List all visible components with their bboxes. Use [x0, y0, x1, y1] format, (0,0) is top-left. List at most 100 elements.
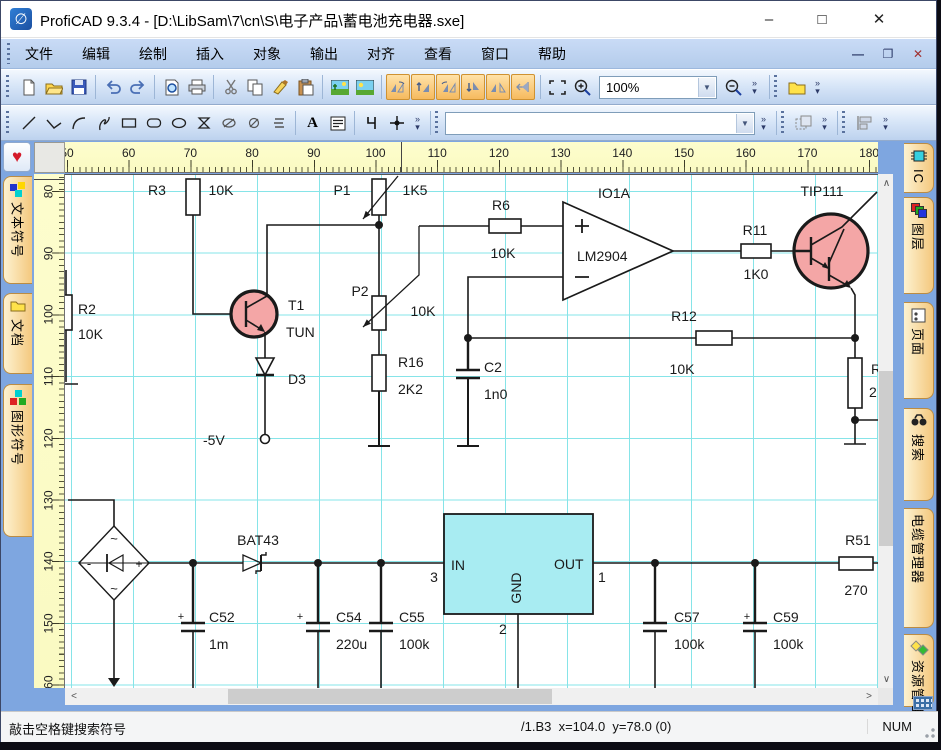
horizontal-scroll-thumb[interactable]	[228, 689, 552, 704]
ellipse-tool[interactable]	[166, 111, 191, 136]
rotate-left-button[interactable]	[386, 74, 410, 100]
symbol-search-combobox[interactable]: ▼	[445, 112, 755, 135]
favorites-button[interactable]: ♥	[3, 142, 31, 172]
component-label: C2	[484, 359, 502, 375]
component-label: R	[871, 361, 878, 377]
menu-edit[interactable]: 编辑	[74, 41, 118, 67]
new-button[interactable]	[16, 75, 41, 100]
crossed-circle-tool[interactable]	[241, 111, 266, 136]
zoom-level-combobox[interactable]: 100% ▼	[599, 76, 717, 99]
toolbar-grip[interactable]	[435, 111, 438, 135]
mirror-left-button[interactable]	[511, 74, 535, 100]
component-D3	[256, 358, 274, 444]
zoom-selection-button[interactable]	[545, 75, 570, 100]
toolbar-grip[interactable]	[7, 43, 10, 63]
component-label: R6	[492, 197, 510, 213]
ruler-number: 130	[551, 146, 571, 160]
toolbar-grip[interactable]	[842, 111, 845, 135]
zoom-out-button[interactable]	[721, 75, 746, 100]
group-button[interactable]	[791, 111, 816, 136]
mdi-minimize-button[interactable]: —	[848, 45, 868, 63]
format-painter-button[interactable]	[268, 75, 293, 100]
tab-search[interactable]: 搜索	[904, 408, 934, 501]
tab-documents[interactable]: 文档	[3, 293, 32, 374]
scroll-right-icon[interactable]: >	[862, 688, 876, 705]
symbols-library-button[interactable]	[784, 75, 809, 100]
crossed-ellipse-tool[interactable]	[216, 111, 241, 136]
resize-grip[interactable]	[923, 727, 936, 740]
mdi-restore-button[interactable]: ❐	[878, 45, 898, 63]
menu-view[interactable]: 查看	[416, 41, 460, 67]
menu-draw[interactable]: 绘制	[131, 41, 175, 67]
chevron-down-icon[interactable]: ▼	[736, 114, 753, 133]
menu-object[interactable]: 对象	[245, 41, 289, 67]
toolbar-grip[interactable]	[6, 111, 9, 135]
close-button[interactable]: ✕	[862, 5, 896, 33]
toolbar-grip[interactable]	[6, 75, 9, 99]
menu-insert[interactable]: 插入	[188, 41, 232, 67]
junction-tool[interactable]	[384, 111, 409, 136]
flip-vertical-button[interactable]	[411, 74, 435, 100]
arc-tool[interactable]	[66, 111, 91, 136]
toolbar-overflow-chevron[interactable]: »▾	[818, 110, 831, 136]
insert-picture-button[interactable]	[327, 75, 352, 100]
tab-ic[interactable]: IC	[904, 143, 934, 193]
save-button[interactable]	[66, 75, 91, 100]
ruler-number: 130	[42, 487, 55, 513]
minimize-button[interactable]: –	[752, 5, 786, 33]
tab-text-symbols[interactable]: 文本符号	[3, 176, 32, 284]
horizontal-scrollbar[interactable]: < >	[65, 688, 878, 705]
toolbar-overflow-chevron[interactable]: »▾	[879, 110, 892, 136]
vertical-scroll-thumb[interactable]	[879, 371, 894, 546]
menu-file[interactable]: 文件	[17, 41, 61, 67]
tab-layers[interactable]: 图层	[904, 197, 934, 294]
mdi-close-button[interactable]: ✕	[908, 45, 928, 63]
tab-pages[interactable]: 页面	[904, 302, 934, 399]
polyline-tool[interactable]	[41, 111, 66, 136]
title-bar[interactable]: ∅ ProfiCAD 9.3.4 - [D:\LibSam\7\cn\S\电子产…	[1, 1, 936, 38]
component-label: 2	[869, 384, 877, 400]
hourglass-tool[interactable]	[191, 111, 216, 136]
align-button[interactable]	[852, 111, 877, 136]
cut-button[interactable]	[218, 75, 243, 100]
text-tool[interactable]: A	[300, 111, 325, 136]
toolbar-overflow-chevron[interactable]: »▾	[811, 74, 824, 100]
rotate-right-button[interactable]	[436, 74, 460, 100]
grid-icon[interactable]	[913, 696, 933, 710]
toolbar-overflow-chevron[interactable]: »▾	[411, 110, 424, 136]
text-block-tool[interactable]	[325, 111, 350, 136]
ruler-number: 140	[42, 549, 55, 575]
rectangle-tool[interactable]	[116, 111, 141, 136]
toolbar-grip[interactable]	[781, 111, 784, 135]
maximize-button[interactable]: □	[805, 5, 839, 33]
menu-align[interactable]: 对齐	[359, 41, 403, 67]
menu-output[interactable]: 输出	[302, 41, 346, 67]
connection-tool[interactable]	[359, 111, 384, 136]
component-label: +	[135, 557, 142, 571]
menu-help[interactable]: 帮助	[530, 41, 574, 67]
undo-button[interactable]	[100, 75, 125, 100]
flip-down-button[interactable]	[461, 74, 485, 100]
tab-cable-manager[interactable]: 电缆管理器	[904, 508, 934, 628]
scroll-left-icon[interactable]: <	[67, 688, 81, 705]
open-button[interactable]	[41, 75, 66, 100]
redo-button[interactable]	[125, 75, 150, 100]
paste-button[interactable]	[293, 75, 318, 100]
menu-window[interactable]: 窗口	[473, 41, 517, 67]
chevron-down-icon[interactable]: ▼	[698, 78, 715, 97]
copy-button[interactable]	[243, 75, 268, 100]
toolbar-grip[interactable]	[774, 75, 777, 99]
bezier-tool[interactable]	[91, 111, 116, 136]
lines-tool[interactable]	[266, 111, 291, 136]
zoom-in-button[interactable]	[570, 75, 595, 100]
picture-export-button[interactable]	[352, 75, 377, 100]
print-button[interactable]	[184, 75, 209, 100]
tab-graphic-symbols[interactable]: 图形符号	[3, 384, 32, 537]
rounded-rectangle-tool[interactable]	[141, 111, 166, 136]
line-tool[interactable]	[16, 111, 41, 136]
print-preview-button[interactable]	[159, 75, 184, 100]
toolbar-overflow-chevron[interactable]: »▾	[748, 74, 761, 100]
schematic-canvas[interactable]: R310KP11K5R610KIO1ALM2904R111K0TIP111R21…	[65, 174, 878, 688]
toolbar-overflow-chevron[interactable]: »▾	[757, 110, 770, 136]
mirror-horizontal-button[interactable]	[486, 74, 510, 100]
